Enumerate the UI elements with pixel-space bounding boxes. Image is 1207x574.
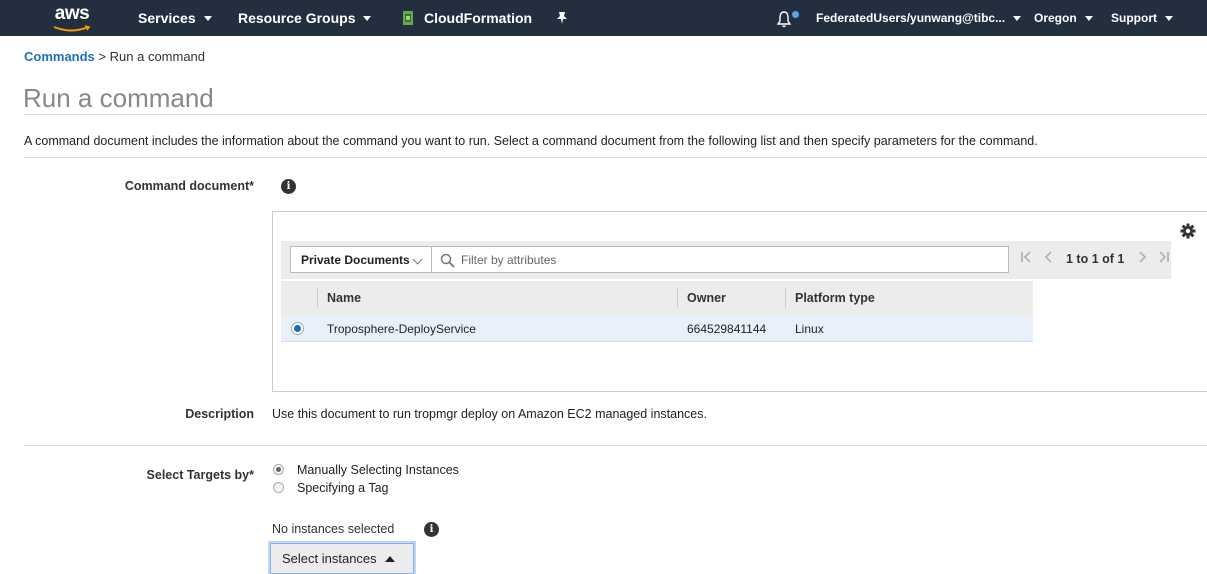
command-document-label: Command document* [124, 179, 254, 193]
support-menu[interactable]: Support [1111, 0, 1173, 36]
chevron-up-icon [384, 555, 395, 562]
chevron-down-icon [1084, 15, 1093, 21]
chevron-down-icon [1165, 15, 1173, 21]
row-owner: 664529841144 [687, 322, 767, 336]
breadcrumb-commands-link[interactable]: Commands [24, 49, 95, 64]
next-page-icon[interactable] [1138, 251, 1148, 263]
column-separator [785, 288, 786, 308]
cloudformation-shortcut[interactable]: CloudFormation [400, 0, 532, 36]
column-header-platform[interactable]: Platform type [795, 291, 875, 305]
manual-instances-label[interactable]: Manually Selecting Instances [297, 463, 459, 477]
user-menu-label: FederatedUsers/yunwang@tibc... [816, 11, 1006, 25]
top-nav-bar: aws Services Resource Groups CloudFormat… [0, 0, 1207, 36]
tag-label[interactable]: Specifying a Tag [297, 481, 389, 495]
resource-groups-menu[interactable]: Resource Groups [238, 0, 372, 36]
chevron-down-icon [363, 15, 372, 21]
breadcrumb-separator: > [98, 49, 107, 64]
description-label: Description [185, 407, 254, 421]
last-page-icon[interactable] [1158, 251, 1170, 263]
column-header-owner[interactable]: Owner [687, 291, 726, 305]
column-separator [677, 288, 678, 308]
user-menu[interactable]: FederatedUsers/yunwang@tibc... [816, 0, 1022, 36]
cloudformation-label: CloudFormation [424, 10, 533, 26]
info-icon[interactable]: i [281, 179, 296, 194]
notification-dot [792, 11, 799, 18]
manual-instances-radio[interactable] [273, 464, 284, 475]
resource-groups-label: Resource Groups [238, 10, 356, 26]
select-instances-button[interactable]: Select instances [270, 543, 414, 574]
aws-logo-text: aws [54, 3, 90, 24]
pin-button[interactable] [556, 0, 568, 36]
divider [24, 114, 1207, 115]
breadcrumb-current: Run a command [109, 49, 206, 64]
intro-text: A command document includes the informat… [24, 134, 1038, 148]
services-menu-label: Services [138, 10, 196, 26]
first-page-icon[interactable] [1020, 251, 1032, 263]
row-name: Troposphere-DeployService [327, 322, 476, 336]
filter-input[interactable]: Filter by attributes [431, 246, 1009, 273]
region-menu-label: Oregon [1034, 11, 1077, 25]
tag-radio[interactable] [273, 482, 284, 493]
page-title: Run a command [23, 83, 214, 113]
chevron-down-icon [1013, 15, 1022, 21]
aws-smile-icon [53, 25, 91, 32]
table-header [281, 281, 1033, 316]
row-platform: Linux [795, 322, 824, 336]
select-targets-label: Select Targets by* [146, 468, 254, 482]
support-menu-label: Support [1111, 11, 1157, 25]
document-type-select-value: Private Documents [301, 252, 410, 267]
divider [24, 445, 1207, 446]
chevron-down-icon [203, 15, 212, 21]
divider [24, 157, 1207, 158]
document-type-select[interactable]: Private Documents [290, 246, 432, 273]
gear-icon[interactable] [1180, 223, 1196, 239]
cloudformation-icon [403, 11, 413, 25]
column-header-name[interactable]: Name [327, 291, 361, 305]
bell-icon[interactable] [776, 10, 792, 28]
info-icon[interactable]: i [424, 522, 439, 537]
pager-text: 1 to 1 of 1 [1066, 252, 1125, 266]
search-icon [440, 253, 455, 268]
column-separator [317, 288, 318, 308]
no-instances-status: No instances selected [272, 522, 395, 536]
aws-logo[interactable]: aws [50, 4, 94, 32]
row-select-radio[interactable] [291, 322, 304, 335]
filter-placeholder: Filter by attributes [461, 253, 557, 267]
breadcrumb: Commands > Run a command [24, 49, 205, 64]
select-instances-label: Select instances [282, 551, 377, 566]
description-text: Use this document to run tropmgr deploy … [272, 407, 707, 421]
pin-icon [557, 12, 567, 24]
previous-page-icon[interactable] [1043, 251, 1053, 263]
region-menu[interactable]: Oregon [1034, 0, 1093, 36]
chevron-down-icon [412, 254, 423, 265]
services-menu[interactable]: Services [138, 0, 212, 36]
